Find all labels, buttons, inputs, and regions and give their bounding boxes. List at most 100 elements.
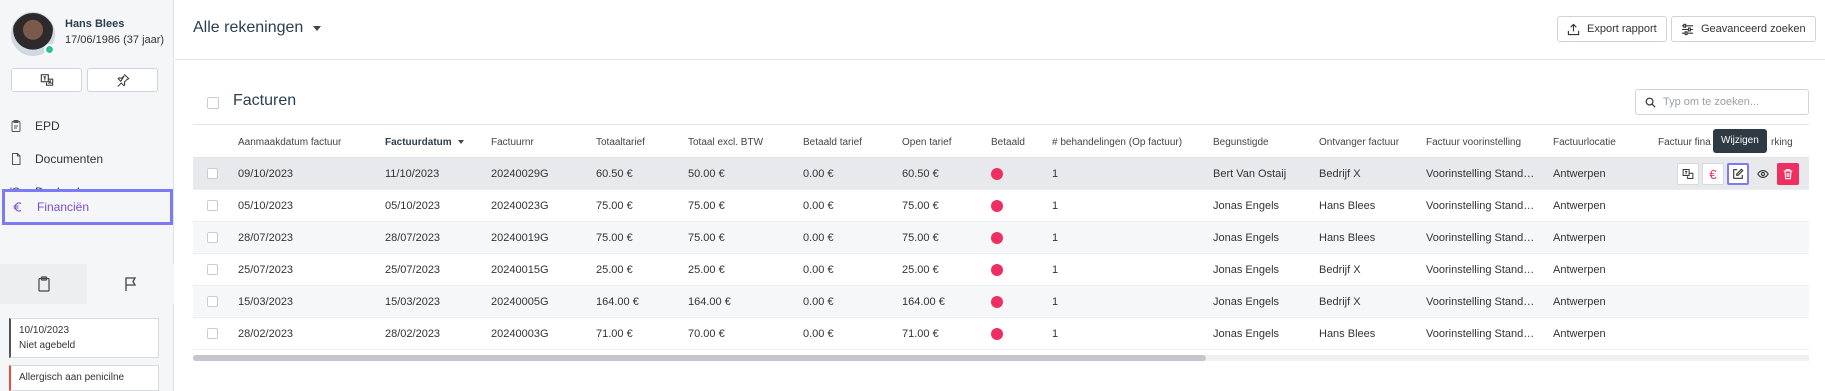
search-input[interactable] <box>1663 96 1803 108</box>
account-filter-dropdown[interactable]: Alle rekeningen <box>193 19 322 37</box>
cell-open: 71.00 € <box>902 328 939 340</box>
cell-date: 28/07/2023 <box>385 232 441 244</box>
cell-paid: 0.00 € <box>803 200 834 212</box>
nav-label: Financiën <box>37 200 90 214</box>
export-icon <box>1567 23 1580 35</box>
scrollbar-thumb[interactable] <box>193 355 1206 361</box>
view-row-button[interactable] <box>1752 163 1774 185</box>
cell-preset: Voorinstelling Standaard <box>1426 296 1536 308</box>
cell-paid: 0.00 € <box>803 168 834 180</box>
euro-icon: € <box>1709 166 1717 182</box>
cell-created: 09/10/2023 <box>238 168 294 180</box>
note-card-allergy[interactable]: Allergisch aan penicilne <box>9 365 159 391</box>
tab-flag[interactable] <box>87 264 174 304</box>
col-header[interactable]: Aanmaakdatum factuur <box>238 137 341 148</box>
cell-count: 1 <box>1052 232 1059 244</box>
pin-button[interactable] <box>87 68 158 92</box>
clipboard-icon <box>37 276 50 292</box>
table-row[interactable]: 28/02/2023 28/02/2023 20240003G 71.00 € … <box>193 318 1809 350</box>
note-card[interactable]: 10/10/2023 Niet agebeld <box>9 318 159 358</box>
cell-preset: Voorinstelling Standaard <box>1426 168 1536 180</box>
eye-icon <box>1757 170 1769 178</box>
chevron-down-icon <box>313 25 322 31</box>
cell-open: 164.00 € <box>902 296 945 308</box>
col-header[interactable]: Totaal excl. BTW <box>688 137 763 148</box>
col-header[interactable]: Ontvanger factuur <box>1319 137 1399 148</box>
col-header[interactable]: # behandelingen (Op factuur) <box>1052 137 1182 148</box>
tab-clipboard[interactable] <box>0 264 87 304</box>
cell-open: 75.00 € <box>902 200 939 212</box>
col-header[interactable]: Betaald tarief <box>803 137 862 148</box>
edit-tooltip: Wijzigen <box>1713 129 1767 153</box>
table-row[interactable]: 05/10/2023 05/10/2023 20240023G 75.00 € … <box>193 190 1809 222</box>
row-checkbox[interactable] <box>207 296 218 307</box>
row-checkbox[interactable] <box>207 328 218 339</box>
export-label: Export rapport <box>1587 23 1657 35</box>
cell-preset: Voorinstelling Standaard <box>1426 200 1536 212</box>
col-header[interactable]: Factuurnr <box>491 137 534 148</box>
cell-date: 11/10/2023 <box>385 168 440 180</box>
cell-nr: 20240003G <box>491 328 549 340</box>
col-header[interactable]: Open tarief <box>902 137 951 148</box>
row-checkbox[interactable] <box>207 168 218 179</box>
translate-row-button[interactable] <box>1677 163 1699 185</box>
cell-recipient: Bedrijf X <box>1319 264 1361 276</box>
cell-total: 75.00 € <box>596 232 633 244</box>
export-report-button[interactable]: Export rapport <box>1557 16 1667 42</box>
cell-created: 05/10/2023 <box>238 200 294 212</box>
col-header[interactable]: Factuur fina <box>1658 137 1711 148</box>
table-row[interactable]: 28/07/2023 28/07/2023 20240019G 75.00 € … <box>193 222 1809 254</box>
patient-dob: 17/06/1986 (37 jaar) <box>65 34 165 46</box>
nav-item-epd[interactable]: EPD <box>0 108 174 144</box>
nav-item-financien[interactable]: Financiën <box>2 189 173 225</box>
delete-row-button[interactable] <box>1777 163 1799 185</box>
col-header-sorted[interactable]: Factuurdatum <box>385 137 464 148</box>
cell-recipient: Bedrijf X <box>1319 168 1361 180</box>
payment-row-button[interactable]: € <box>1702 163 1724 185</box>
table-row[interactable]: 25/07/2023 25/07/2023 20240015G 25.00 € … <box>193 254 1809 286</box>
row-checkbox[interactable] <box>207 200 218 211</box>
row-actions: € <box>1677 163 1802 185</box>
cell-created: 15/03/2023 <box>238 296 294 308</box>
document-icon <box>12 153 21 165</box>
cell-beneficiary: Jonas Engels <box>1213 328 1280 340</box>
page-title: Alle rekeningen <box>193 19 304 36</box>
topbar: Alle rekeningen Export rapport Geavancee… <box>175 0 1825 60</box>
cell-count: 1 <box>1052 168 1059 180</box>
patient-card[interactable]: Hans Blees 17/06/1986 (37 jaar) <box>11 12 171 60</box>
unpaid-status-dot <box>991 200 1003 212</box>
col-header[interactable]: Begunstigde <box>1213 137 1269 148</box>
advanced-search-button[interactable]: Geavanceerd zoeken <box>1671 16 1816 42</box>
flag-icon <box>124 277 136 291</box>
col-header[interactable]: rking <box>1771 137 1793 148</box>
col-header[interactable]: Factuur voorinstelling <box>1426 137 1521 148</box>
cell-preset: Voorinstelling Standaard <box>1426 328 1536 340</box>
advanced-label: Geavanceerd zoeken <box>1701 23 1806 35</box>
cell-count: 1 <box>1052 328 1059 340</box>
cell-preset: Voorinstelling Standaard <box>1426 232 1536 244</box>
cell-total: 75.00 € <box>596 200 633 212</box>
cell-excl: 70.00 € <box>688 328 725 340</box>
horizontal-scrollbar[interactable] <box>193 355 1809 361</box>
cell-excl: 50.00 € <box>688 168 725 180</box>
cell-nr: 20240005G <box>491 296 549 308</box>
row-checkbox[interactable] <box>207 264 218 275</box>
col-header[interactable]: Totaaltarief <box>596 137 645 148</box>
cell-date: 05/10/2023 <box>385 200 441 212</box>
cell-total: 71.00 € <box>596 328 633 340</box>
cell-open: 25.00 € <box>902 264 939 276</box>
table-row[interactable]: 15/03/2023 15/03/2023 20240005G 164.00 €… <box>193 286 1809 318</box>
nav-item-documenten[interactable]: Documenten <box>0 141 174 177</box>
cell-paid: 0.00 € <box>803 232 834 244</box>
cell-count: 1 <box>1052 296 1059 308</box>
edit-row-button[interactable] <box>1727 163 1749 185</box>
col-header[interactable]: Betaald <box>991 137 1025 148</box>
select-all-checkbox[interactable] <box>207 97 219 109</box>
search-box[interactable] <box>1635 89 1809 115</box>
cell-paid: 0.00 € <box>803 328 834 340</box>
translate-button[interactable] <box>11 68 82 92</box>
table-row[interactable]: 09/10/2023 11/10/2023 20240029G 60.50 € … <box>193 158 1809 190</box>
row-checkbox[interactable] <box>207 232 218 243</box>
col-header[interactable]: Factuurlocatie <box>1553 137 1616 148</box>
cell-excl: 25.00 € <box>688 264 725 276</box>
